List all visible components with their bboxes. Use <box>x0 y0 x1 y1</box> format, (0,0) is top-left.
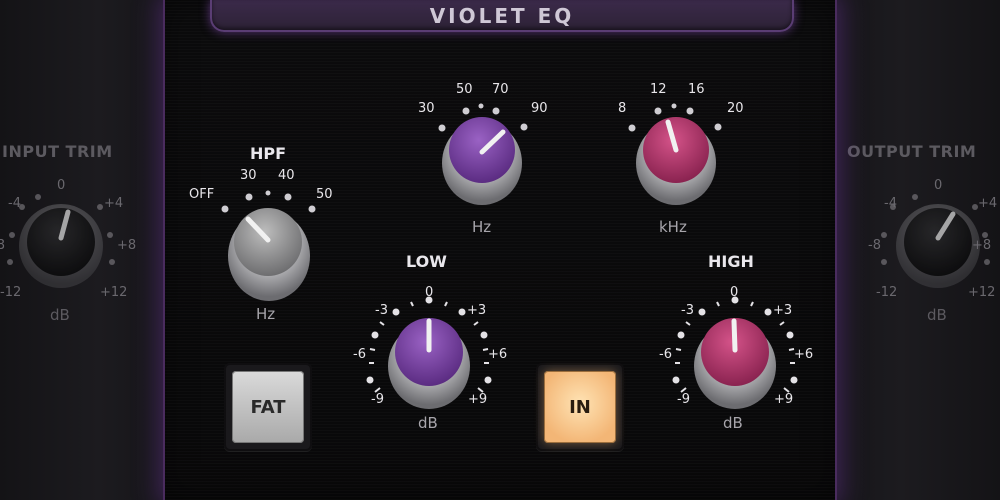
low-gain-tick-minus3: -3 <box>375 303 388 318</box>
high-freq-tick-8: 8 <box>618 101 627 116</box>
output-trim-tick-minus12: -12 <box>876 285 898 300</box>
high-gain-tick-minus9: -9 <box>677 392 690 407</box>
high-freq-unit: kHz <box>659 218 687 236</box>
output-trim-tick-0: 0 <box>934 178 943 193</box>
high-freq-tick-20: 20 <box>727 101 744 116</box>
fat-button[interactable]: FAT <box>232 371 304 443</box>
in-button-frame: IN <box>536 363 624 451</box>
low-freq-tick-90: 90 <box>531 101 548 116</box>
output-trim-tick-plus12: +12 <box>968 285 996 300</box>
low-freq-knob[interactable] <box>438 103 528 206</box>
input-trim-knob[interactable] <box>7 194 115 288</box>
output-trim-tick-plus4: +4 <box>978 196 998 211</box>
low-gain-unit: dB <box>418 414 438 432</box>
input-trim-tick-plus8: +8 <box>117 238 137 253</box>
knob-layer <box>7 103 990 409</box>
high-gain-unit: dB <box>723 414 743 432</box>
hpf-knob[interactable] <box>221 190 316 302</box>
output-trim-tick-minus4: -4 <box>884 196 897 211</box>
low-freq-tick-30: 30 <box>418 101 435 116</box>
input-trim-tick-minus4: -4 <box>8 196 21 211</box>
low-gain-title: LOW <box>406 252 447 271</box>
low-gain-tick-minus6: -6 <box>353 347 366 362</box>
output-trim-tick-minus8: -8 <box>868 238 881 253</box>
input-trim-tick-plus12: +12 <box>100 285 128 300</box>
hpf-tick-off: OFF <box>189 187 215 202</box>
low-freq-tick-50: 50 <box>456 82 473 97</box>
low-gain-tick-plus6: +6 <box>488 347 508 362</box>
hpf-unit: Hz <box>256 305 276 323</box>
high-gain-tick-plus3: +3 <box>773 303 793 318</box>
input-trim-tick-minus8: -8 <box>0 238 5 253</box>
low-gain-tick-plus9: +9 <box>468 392 488 407</box>
high-gain-tick-minus3: -3 <box>681 303 694 318</box>
high-gain-tick-plus6: +6 <box>794 347 814 362</box>
hpf-tick-50: 50 <box>316 187 333 202</box>
high-gain-tick-0: 0 <box>730 285 739 300</box>
high-gain-tick-plus9: +9 <box>774 392 794 407</box>
low-gain-tick-0: 0 <box>425 285 434 300</box>
low-gain-tick-plus3: +3 <box>467 303 487 318</box>
high-gain-tick-minus6: -6 <box>659 347 672 362</box>
high-gain-title: HIGH <box>708 252 754 271</box>
high-freq-tick-16: 16 <box>688 82 705 97</box>
low-freq-unit: Hz <box>472 218 492 236</box>
in-button[interactable]: IN <box>544 371 616 443</box>
high-freq-knob[interactable] <box>628 103 722 206</box>
input-trim-unit: dB <box>50 306 70 324</box>
output-trim-unit: dB <box>927 306 947 324</box>
high-freq-tick-12: 12 <box>650 82 667 97</box>
low-freq-tick-70: 70 <box>492 82 509 97</box>
input-trim-tick-plus4: +4 <box>104 196 124 211</box>
hpf-tick-40: 40 <box>278 168 295 183</box>
hpf-tick-30: 30 <box>240 168 257 183</box>
low-gain-tick-minus9: -9 <box>371 392 384 407</box>
output-trim-tick-plus8: +8 <box>972 238 992 253</box>
hpf-title: HPF <box>250 144 287 163</box>
fat-button-frame: FAT <box>224 363 312 451</box>
input-trim-tick-minus12: -12 <box>0 285 22 300</box>
input-trim-tick-0: 0 <box>57 178 66 193</box>
